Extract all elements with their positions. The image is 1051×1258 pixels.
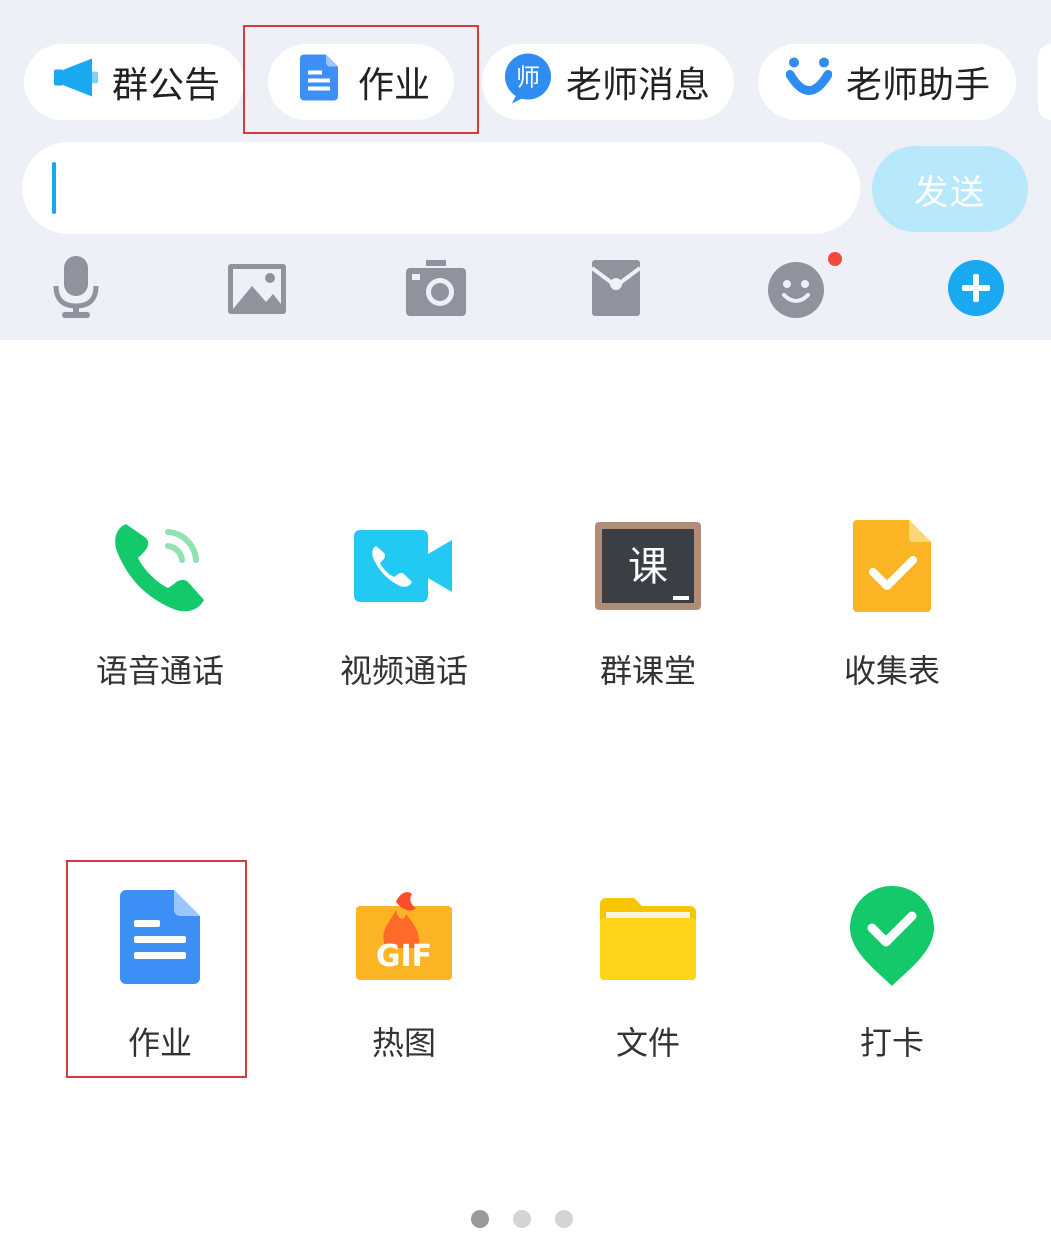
chip-label: 作业 bbox=[358, 65, 431, 106]
app-label: 收集表 bbox=[843, 652, 940, 690]
chip-label: 群公告 bbox=[112, 65, 221, 106]
app-label: 语音通话 bbox=[95, 652, 224, 690]
gif-fire-icon: GIF bbox=[356, 892, 452, 986]
blackboard-glyph: 课 bbox=[628, 544, 668, 590]
input-panel: 群公告 作业 师 老师消息 老师助手 发送 bbox=[0, 0, 1051, 340]
gif-glyph: GIF bbox=[376, 939, 432, 974]
video-call-icon bbox=[354, 530, 454, 606]
app-files[interactable]: 文件 bbox=[548, 890, 748, 1070]
chip-label: 老师消息 bbox=[566, 65, 711, 106]
image-icon[interactable] bbox=[228, 264, 286, 318]
app-label: 视频通话 bbox=[339, 652, 468, 690]
megaphone-icon bbox=[52, 56, 100, 109]
message-input[interactable] bbox=[22, 142, 860, 234]
chip-teacher-messages[interactable]: 师 老师消息 bbox=[482, 44, 734, 120]
chip-partial-next[interactable] bbox=[1038, 44, 1051, 120]
chip-label: 老师助手 bbox=[846, 65, 991, 106]
teacher-badge-glyph: 师 bbox=[516, 64, 540, 92]
app-check-in[interactable]: 打卡 bbox=[792, 886, 992, 1070]
chip-homework[interactable]: 作业 bbox=[268, 44, 454, 120]
microphone-icon[interactable] bbox=[52, 256, 100, 324]
app-collect-form[interactable]: 收集表 bbox=[792, 518, 992, 698]
red-packet-icon[interactable] bbox=[590, 260, 642, 320]
app-label: 热图 bbox=[371, 1024, 436, 1062]
page-dot-2[interactable] bbox=[513, 1210, 531, 1228]
app-label: 打卡 bbox=[859, 1024, 924, 1062]
check-in-pin-icon bbox=[850, 886, 934, 990]
app-video-call[interactable]: 视频通话 bbox=[304, 518, 504, 698]
emoji-icon[interactable] bbox=[768, 252, 844, 322]
text-caret bbox=[52, 162, 56, 214]
blackboard-icon: 课 bbox=[595, 522, 701, 614]
chip-teacher-assistant[interactable]: 老师助手 bbox=[758, 44, 1016, 120]
plus-icon[interactable] bbox=[948, 260, 1004, 320]
app-voice-call[interactable]: 语音通话 bbox=[60, 518, 260, 698]
page-dot-3[interactable] bbox=[555, 1210, 573, 1228]
page-dot-1[interactable] bbox=[471, 1210, 489, 1228]
notification-dot bbox=[828, 252, 842, 266]
camera-icon[interactable] bbox=[406, 260, 466, 320]
teacher-badge-icon: 师 bbox=[502, 52, 554, 113]
app-homework[interactable]: 作业 bbox=[60, 890, 260, 1070]
phone-call-icon bbox=[112, 518, 208, 618]
folder-icon bbox=[600, 898, 696, 984]
app-label: 群课堂 bbox=[599, 652, 696, 690]
send-button[interactable]: 发送 bbox=[872, 146, 1028, 232]
assistant-icon bbox=[785, 55, 833, 110]
app-label: 作业 bbox=[127, 1024, 192, 1062]
chip-group-announcement[interactable]: 群公告 bbox=[24, 44, 244, 120]
collect-form-icon bbox=[853, 520, 931, 616]
app-group-classroom[interactable]: 课 群课堂 bbox=[548, 518, 748, 698]
app-hot-gif[interactable]: GIF 热图 bbox=[304, 890, 504, 1070]
app-label: 文件 bbox=[615, 1024, 680, 1062]
document-icon bbox=[300, 54, 338, 110]
homework-document-icon bbox=[120, 890, 200, 988]
